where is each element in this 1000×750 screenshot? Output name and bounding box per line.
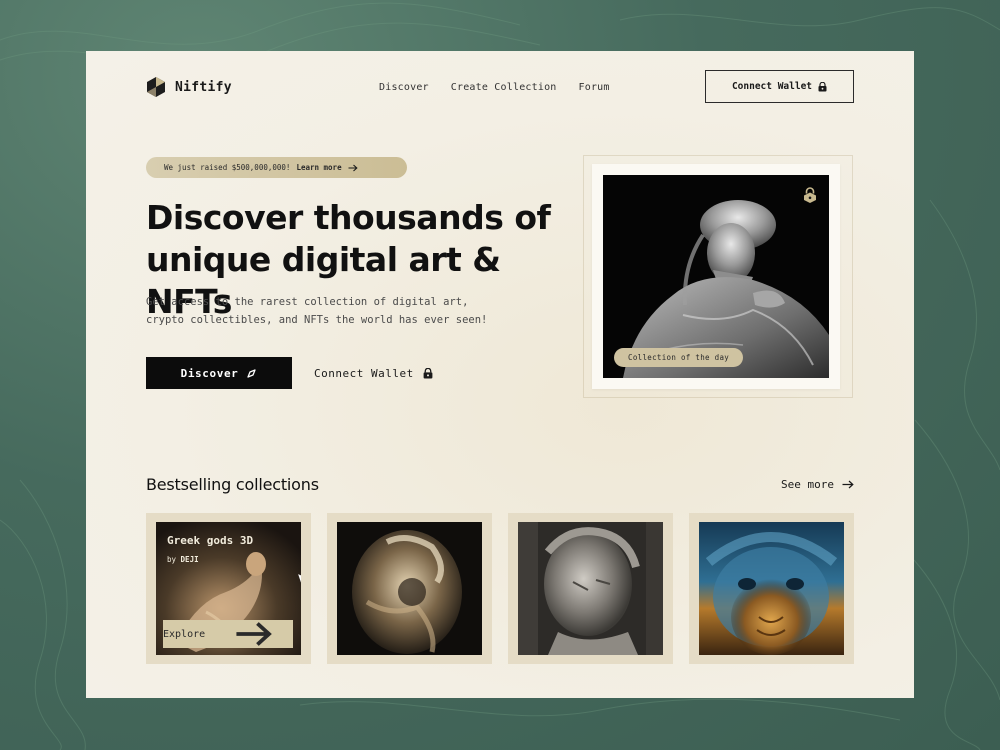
- collection-card-image: [518, 522, 663, 655]
- see-more-link[interactable]: See more: [781, 478, 854, 491]
- explore-button[interactable]: Explore: [163, 620, 293, 648]
- collection-lock-icon: [804, 187, 816, 203]
- collection-of-the-day-card[interactable]: Collection of the day: [592, 164, 840, 389]
- feature-artwork-image: Collection of the day: [603, 175, 829, 378]
- collection-card-image: [337, 522, 482, 655]
- explore-button-label: Explore: [163, 628, 206, 640]
- wallet-lock-icon: [818, 81, 827, 91]
- nav-link-forum[interactable]: Forum: [579, 82, 610, 93]
- wallet-lock-icon: [423, 367, 433, 378]
- brand-name: Niftify: [175, 79, 232, 95]
- discover-button[interactable]: Discover: [146, 357, 292, 389]
- collection-card-4[interactable]: [689, 513, 854, 664]
- learn-more-link[interactable]: Learn more: [296, 163, 341, 172]
- collection-card-title: Greek gods 3D: [167, 534, 254, 547]
- collection-card-image: Greek gods 3D by DEJI Explore: [156, 522, 301, 655]
- hero-connect-wallet-button[interactable]: Connect Wallet: [314, 357, 433, 389]
- collection-card-by-prefix: by: [167, 555, 177, 564]
- hero-subtitle-line-2: crypto collectibles, and NFTs the world …: [146, 314, 488, 326]
- see-more-label: See more: [781, 478, 834, 491]
- discover-button-label: Discover: [180, 366, 239, 380]
- collection-card-2[interactable]: [327, 513, 492, 664]
- landing-page: Niftify Discover Create Collection Forum…: [86, 51, 914, 698]
- announcement-text: We just raised $500,000,000!: [164, 163, 291, 172]
- arrow-right-icon: [236, 622, 272, 646]
- brand[interactable]: Niftify: [146, 76, 232, 98]
- ganesha-artwork: [699, 522, 844, 655]
- connect-wallet-label: Connect Wallet: [731, 81, 813, 92]
- baroque-sculpture-artwork: [337, 522, 482, 655]
- arrow-right-icon: [348, 164, 358, 171]
- collection-of-the-day-badge: Collection of the day: [614, 348, 744, 367]
- arrow-right-icon: [842, 480, 854, 489]
- collection-card-image: [699, 522, 844, 655]
- hero-title-line-1: Discover thousands of: [146, 198, 551, 237]
- top-nav: Niftify Discover Create Collection Forum…: [146, 70, 854, 103]
- collection-card-3[interactable]: [508, 513, 673, 664]
- collection-card-greek-gods[interactable]: Greek gods 3D by DEJI Explore: [146, 513, 311, 664]
- compass-icon: [247, 368, 257, 378]
- connect-wallet-button[interactable]: Connect Wallet: [705, 70, 854, 103]
- bestselling-collections-title: Bestselling collections: [146, 475, 319, 494]
- collection-card-author: by DEJI: [167, 555, 199, 564]
- nav-link-discover[interactable]: Discover: [379, 82, 429, 93]
- announcement-pill[interactable]: We just raised $500,000,000! Learn more: [146, 157, 407, 178]
- nav-link-create-collection[interactable]: Create Collection: [451, 82, 557, 93]
- hero-subtitle-line-1: Get access to the rarest collection of d…: [146, 296, 469, 308]
- hero-subtitle: Get access to the rarest collection of d…: [146, 293, 546, 329]
- hero-connect-wallet-label: Connect Wallet: [314, 366, 414, 380]
- brand-logo-icon: [147, 77, 165, 97]
- collection-card-author-name: DEJI: [180, 555, 199, 564]
- medusa-statue-artwork: [518, 522, 663, 655]
- nav-links: Discover Create Collection Forum: [379, 82, 610, 93]
